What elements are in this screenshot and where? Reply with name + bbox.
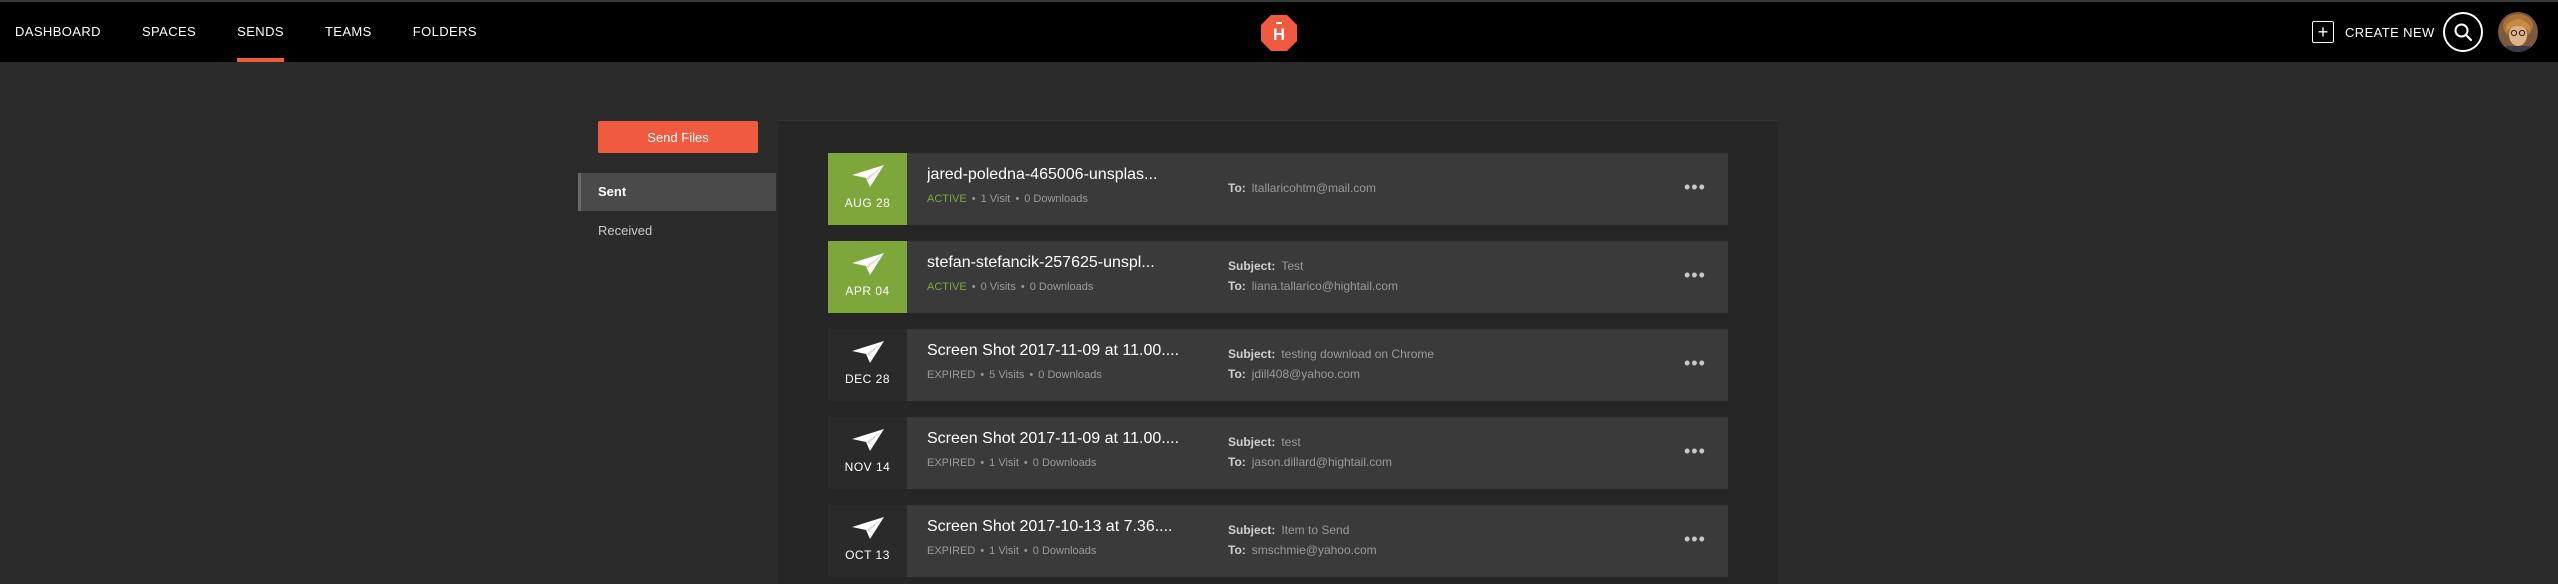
paper-plane-icon xyxy=(851,341,884,363)
send-file-name[interactable]: Screen Shot 2017-11-09 at 11.00.... xyxy=(927,430,1187,448)
send-subject: testing download on Chrome xyxy=(1281,347,1435,361)
visit-count: 0 Visits xyxy=(980,281,1016,293)
recipient-line: To: jason.dillard@hightail.com xyxy=(1228,455,1392,469)
download-count: 0 Downloads xyxy=(1032,545,1097,557)
recipient-line: To: ltallaricohtm@mail.com xyxy=(1228,181,1376,195)
status-badge: EXPIRED xyxy=(927,545,976,557)
send-row[interactable]: OCT 13 Screen Shot 2017-10-13 at 7.36...… xyxy=(828,505,1728,577)
visit-count: 1 Visit xyxy=(989,545,1019,557)
recipient-line: To: liana.tallarico@hightail.com xyxy=(1228,279,1398,293)
to-label: To: xyxy=(1228,367,1246,381)
send-date: DEC 28 xyxy=(844,372,891,386)
search-icon xyxy=(2454,23,2473,42)
send-date-tile: APR 04 xyxy=(828,241,907,313)
download-count: 0 Downloads xyxy=(1032,457,1097,469)
recipient-line: To: smschmie@yahoo.com xyxy=(1228,543,1377,557)
recipient-email: liana.tallarico@hightail.com xyxy=(1251,279,1399,293)
send-date: AUG 28 xyxy=(844,196,891,210)
send-meta: EXPIRED • 5 Visits • 0 Downloads xyxy=(927,369,1102,381)
subject-label: Subject: xyxy=(1228,347,1276,361)
search-button[interactable] xyxy=(2443,12,2483,52)
send-date: OCT 13 xyxy=(845,548,890,562)
recipient-line: To: jdill408@yahoo.com xyxy=(1228,367,1360,381)
recipient-email: smschmie@yahoo.com xyxy=(1251,543,1377,557)
send-file-name[interactable]: Screen Shot 2017-10-13 at 7.36.... xyxy=(927,518,1187,536)
subject-label: Subject: xyxy=(1228,259,1276,273)
send-row[interactable]: NOV 14 Screen Shot 2017-11-09 at 11.00..… xyxy=(828,417,1728,489)
recipient-email: ltallaricohtm@mail.com xyxy=(1251,181,1376,195)
send-file-name[interactable]: jared-poledna-465006-unsplas... xyxy=(927,166,1187,184)
logo-letter: H xyxy=(1273,25,1285,44)
send-date-tile: NOV 14 xyxy=(828,417,907,489)
visit-count: 1 Visit xyxy=(980,193,1011,205)
send-subject: test xyxy=(1281,435,1301,449)
paper-plane-icon xyxy=(851,429,884,451)
visit-count: 1 Visit xyxy=(989,457,1019,469)
send-subject: Test xyxy=(1281,259,1304,273)
to-label: To: xyxy=(1228,543,1246,557)
download-count: 0 Downloads xyxy=(1038,369,1102,381)
top-navigation-bar: DASHBOARD SPACES SENDS TEAMS FOLDERS H +… xyxy=(0,0,2558,62)
hightail-logo-icon[interactable]: H xyxy=(1260,14,1298,52)
send-subject: Item to Send xyxy=(1281,523,1350,537)
more-options-button[interactable]: ••• xyxy=(1684,441,1706,462)
to-label: To: xyxy=(1228,181,1246,195)
paper-plane-icon xyxy=(851,165,884,187)
nav-dashboard[interactable]: DASHBOARD xyxy=(15,2,101,62)
subject-line: Subject: test xyxy=(1228,435,1301,449)
more-options-button[interactable]: ••• xyxy=(1684,265,1706,286)
status-badge: ACTIVE xyxy=(927,193,967,205)
paper-plane-icon xyxy=(851,517,884,539)
nav-spaces[interactable]: SPACES xyxy=(142,2,196,62)
send-row[interactable]: DEC 28 Screen Shot 2017-11-09 at 11.00..… xyxy=(828,329,1728,401)
send-meta: EXPIRED • 1 Visit • 0 Downloads xyxy=(927,457,1097,469)
sidebar-item-sent[interactable]: Sent xyxy=(578,173,776,211)
send-meta: EXPIRED • 1 Visit • 0 Downloads xyxy=(927,545,1097,557)
send-file-name[interactable]: stefan-stefancik-257625-unspl... xyxy=(927,254,1187,272)
more-options-button[interactable]: ••• xyxy=(1684,177,1706,198)
send-date-tile: DEC 28 xyxy=(828,329,907,401)
status-badge: EXPIRED xyxy=(927,457,976,469)
subject-line: Subject: Test xyxy=(1228,259,1303,273)
nav-sends[interactable]: SENDS xyxy=(237,2,284,62)
to-label: To: xyxy=(1228,455,1246,469)
paper-plane-icon xyxy=(851,253,884,275)
main-nav: DASHBOARD SPACES SENDS TEAMS FOLDERS xyxy=(0,2,503,62)
plus-icon: + xyxy=(2312,21,2334,43)
status-badge: ACTIVE xyxy=(927,281,967,293)
more-options-button[interactable]: ••• xyxy=(1684,529,1706,550)
nav-folders[interactable]: FOLDERS xyxy=(413,2,477,62)
send-file-name[interactable]: Screen Shot 2017-11-09 at 11.00.... xyxy=(927,342,1187,360)
visit-count: 5 Visits xyxy=(989,369,1025,381)
send-date: APR 04 xyxy=(845,284,890,298)
create-new-label: CREATE NEW xyxy=(2345,24,2435,40)
send-row[interactable]: APR 04 stefan-stefancik-257625-unspl... … xyxy=(828,241,1728,313)
subject-label: Subject: xyxy=(1228,523,1276,537)
send-date: NOV 14 xyxy=(844,460,891,474)
subject-line: Subject: testing download on Chrome xyxy=(1228,347,1434,361)
send-date-tile: AUG 28 xyxy=(828,153,907,225)
send-row[interactable]: AUG 28 jared-poledna-465006-unsplas... A… xyxy=(828,153,1728,225)
download-count: 0 Downloads xyxy=(1024,193,1088,205)
sidebar-item-received[interactable]: Received xyxy=(578,212,776,250)
send-meta: ACTIVE • 0 Visits • 0 Downloads xyxy=(927,281,1094,293)
download-count: 0 Downloads xyxy=(1029,281,1094,293)
subject-line: Subject: Item to Send xyxy=(1228,523,1349,537)
subject-label: Subject: xyxy=(1228,435,1276,449)
recipient-email: jdill408@yahoo.com xyxy=(1251,367,1361,381)
send-date-tile: OCT 13 xyxy=(828,505,907,577)
user-avatar[interactable] xyxy=(2498,12,2538,52)
recipient-email: jason.dillard@hightail.com xyxy=(1251,455,1393,469)
to-label: To: xyxy=(1228,279,1246,293)
send-files-button[interactable]: Send Files xyxy=(598,121,758,153)
nav-teams[interactable]: TEAMS xyxy=(325,2,372,62)
send-meta: ACTIVE • 1 Visit • 0 Downloads xyxy=(927,193,1088,205)
more-options-button[interactable]: ••• xyxy=(1684,353,1706,374)
status-badge: EXPIRED xyxy=(927,369,976,381)
create-new-button[interactable]: + CREATE NEW xyxy=(2312,2,2435,62)
